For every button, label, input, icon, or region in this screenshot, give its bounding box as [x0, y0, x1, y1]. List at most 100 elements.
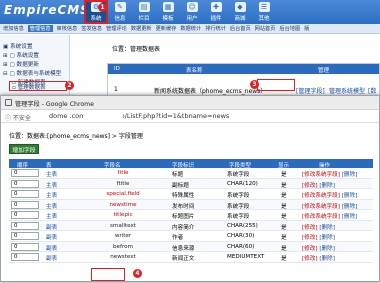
cell-name: 新闻系统数据表（phome_ecms_news）: [154, 88, 267, 95]
subnav-item[interactable]: 网站首页: [255, 25, 276, 32]
nav-label: 信息: [114, 16, 126, 22]
edit-field-link[interactable]: [修改系统字段]: [302, 204, 340, 210]
fields-table-header: 顺序 表 字段名 字段标识 字段类型 显示 操作: [9, 159, 373, 169]
delete-field-link[interactable]: [删除]: [342, 214, 358, 220]
subnav-item[interactable]: 管理评论: [106, 25, 127, 32]
plugin-icon: ✚: [210, 2, 222, 12]
field-name: ftitle: [116, 180, 130, 187]
table-type: 主表: [46, 172, 58, 178]
order-input[interactable]: 0: [11, 200, 39, 209]
order-input[interactable]: 0: [11, 232, 39, 240]
field-show: 是: [281, 193, 287, 199]
delete-field-link[interactable]: [删除]: [319, 246, 335, 252]
nav-label: 商城: [234, 16, 246, 22]
field-row: 0 主表 special.field 特殊属性 系统字段 是 [修改系统字段] [删除]: [9, 189, 373, 200]
subnav-item[interactable]: 后台首页: [230, 25, 251, 32]
table-type: 副表: [46, 245, 58, 252]
edit-field-link[interactable]: [修改系统字段]: [302, 214, 340, 220]
field-label: 特殊属性: [172, 193, 195, 199]
delete-field-link[interactable]: [删除]: [319, 183, 335, 189]
order-input[interactable]: 0: [11, 221, 39, 230]
field-type: MEDIUMTEXT: [227, 254, 265, 260]
address-bar[interactable]: ⓘ 不安全 dome .com/e/admin/db/ListF.php?tid…: [1, 110, 379, 123]
order-input[interactable]: 0: [11, 169, 39, 177]
order-input[interactable]: 0: [11, 211, 39, 219]
tree-item[interactable]: ▣ 系统设置: [3, 42, 32, 50]
step-badge-1: 1: [98, 3, 107, 12]
tree-item[interactable]: ⊞ ▢ 系统设置: [3, 51, 39, 59]
field-name: smalltext: [110, 222, 136, 229]
subnav-item-active[interactable]: 管理信息: [27, 25, 53, 32]
field-show: 是: [281, 224, 287, 231]
cell-id: 1: [114, 86, 118, 93]
nav-template[interactable]: ▦ 模板: [156, 0, 180, 24]
shop-icon: ◆: [234, 2, 246, 12]
tree-item[interactable]: ⊞ ▢ 数据更新: [3, 60, 39, 68]
delete-field-link[interactable]: [删除]: [342, 193, 358, 199]
nav-column[interactable]: ▤ 栏目: [132, 0, 156, 24]
delete-field-link[interactable]: [删除]: [319, 256, 335, 262]
nav-user[interactable]: ☺ 用户: [180, 0, 204, 24]
field-show: 是: [281, 235, 287, 241]
edit-field-link[interactable]: [修改]: [302, 235, 318, 241]
subnav-item[interactable]: 签发信息: [81, 25, 102, 32]
field-label: 信息来源: [172, 245, 195, 252]
subnav-item[interactable]: 数据更新: [131, 25, 152, 32]
field-label: 副标题: [172, 182, 189, 189]
info-icon: ✎: [114, 2, 126, 12]
delete-field-link[interactable]: [删除]: [319, 235, 335, 241]
tree-label: 数据更新: [16, 62, 39, 68]
breadcrumb: 位置：数据表:[phome_ecms_news] > 字段管理: [9, 133, 143, 140]
security-indicator[interactable]: ⓘ 不安全: [5, 113, 31, 122]
nav-shop[interactable]: ◆ 商城: [228, 0, 252, 24]
edit-field-link[interactable]: [修改]: [302, 183, 318, 189]
edit-field-link[interactable]: [修改]: [302, 246, 318, 252]
bg-breadcrumb: 位置：管理数据表: [112, 46, 161, 53]
order-input[interactable]: 0: [11, 242, 39, 251]
table-type: 副表: [46, 224, 58, 231]
template-icon: ▦: [162, 2, 174, 12]
edit-field-link[interactable]: [修改]: [302, 225, 318, 231]
field-type: 系统字段: [227, 172, 250, 178]
nav-info[interactable]: ✎ 信息: [108, 0, 132, 24]
edit-field-link[interactable]: [修改系统字段]: [302, 172, 340, 178]
manage-model-link[interactable]: 管理系统模型: [329, 86, 365, 95]
security-label: 不安全: [12, 115, 31, 122]
subnav-item[interactable]: 排行统计: [205, 25, 226, 32]
order-input[interactable]: 0: [11, 179, 39, 188]
edit-field-link[interactable]: [修改]: [302, 256, 318, 262]
edit-field-link[interactable]: [修改系统字段]: [302, 193, 340, 199]
delete-field-link[interactable]: [删除]: [342, 204, 358, 210]
field-name: newstime: [109, 201, 137, 208]
manage-fields-link[interactable]: [管理字段]: [296, 86, 325, 95]
tree-item[interactable]: ⊟ ▢ 数据表与系统模型: [3, 69, 61, 77]
subnav-item[interactable]: 后台地图: [279, 25, 300, 32]
nav-other[interactable]: ☰ 其他: [252, 0, 276, 24]
subnav-item[interactable]: 更新缓存: [156, 25, 177, 32]
top-bar: EmpireCMS ⚙ 系统 ✎ 信息 ▤ 栏目 ▦ 模板 ☺ 用户 ✚ 插件 ◆ 商城 ☰ 其…: [0, 0, 380, 24]
header-cell: 管理: [318, 68, 330, 74]
field-row: 0 主表 titlepic 标题图片 系统字段 是 [修改系统字段] [删除]: [9, 210, 373, 221]
subnav-item[interactable]: 数据统计: [180, 25, 201, 32]
order-input[interactable]: 0: [11, 253, 39, 261]
subnav-item[interactable]: 版: [304, 25, 309, 32]
field-label: 作者: [172, 235, 184, 241]
field-row: 0 副表 smalltext 内容简介 CHAR(255) 是 [修改] [删除]: [9, 220, 373, 231]
field-show: 是: [281, 203, 287, 210]
subnav-item[interactable]: 审核信息: [57, 25, 78, 32]
url-text[interactable]: dome .com/e/admin/db/ListF.php?tid=1&tbn…: [49, 112, 229, 120]
table-type: 主表: [46, 214, 58, 220]
field-type: CHAR(255): [227, 222, 258, 229]
nav-label: 模板: [162, 16, 174, 22]
field-label: 标题: [172, 172, 184, 178]
order-input[interactable]: 0: [11, 190, 39, 198]
field-show: 是: [281, 256, 287, 262]
subnav-item[interactable]: 增加信息: [3, 25, 24, 32]
delete-field-link[interactable]: [删除]: [319, 225, 335, 231]
table-type: 主表: [46, 193, 58, 199]
add-field-button[interactable]: 增加字段: [9, 144, 39, 154]
field-ops: [修改系统字段] [删除]: [302, 191, 357, 199]
logo: EmpireCMS: [4, 3, 90, 17]
nav-plugin[interactable]: ✚ 插件: [204, 0, 228, 24]
delete-field-link[interactable]: [删除]: [342, 172, 358, 178]
